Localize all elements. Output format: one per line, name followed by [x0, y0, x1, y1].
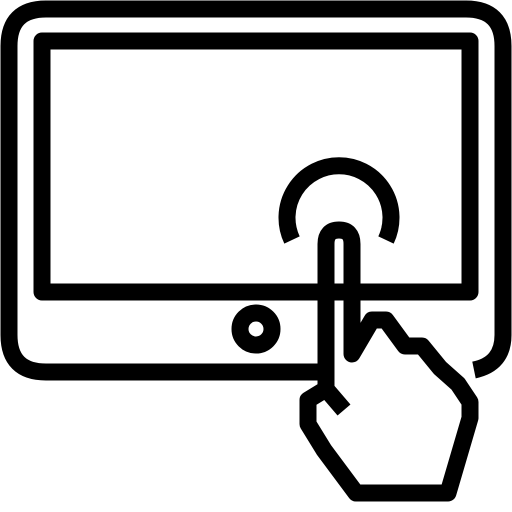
tablet-touch-icon	[0, 0, 512, 512]
background	[0, 0, 512, 512]
